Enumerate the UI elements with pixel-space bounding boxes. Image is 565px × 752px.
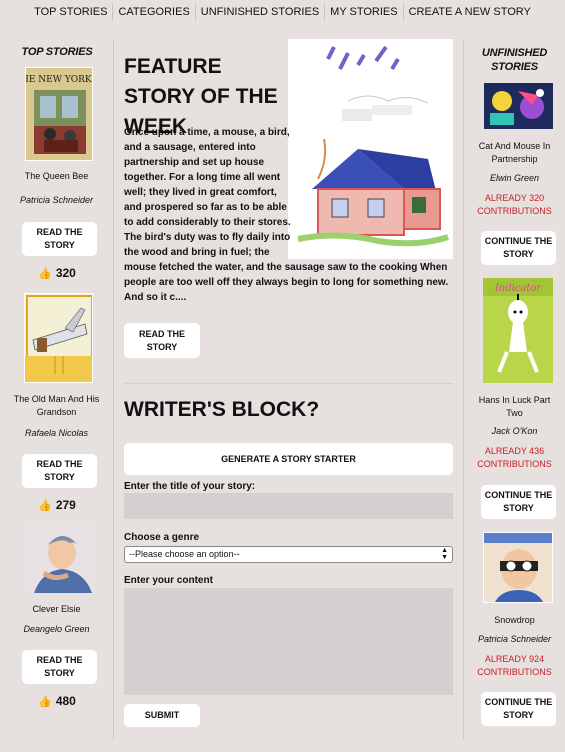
thumbs-up-icon: 👍 xyxy=(38,695,52,708)
story-title: Clever Elsie xyxy=(32,604,81,614)
read-story-button[interactable]: READ THE STORY xyxy=(22,222,97,256)
continue-story-button[interactable]: CONTINUE THE STORY xyxy=(481,692,556,726)
excerpt-line: partnership and set up house xyxy=(124,157,265,168)
story-title: Hans In Luck Part Two xyxy=(478,395,551,418)
contributions-count: ALREADY 436 CONTRIBUTIONS xyxy=(477,446,552,469)
story-title: Snowdrop xyxy=(494,615,535,625)
writers-block-heading: WRITER'S BLOCK? xyxy=(124,398,320,421)
likes-count: 👍 320 xyxy=(0,266,114,280)
feature-story-excerpt: Once upon a time, a mouse, a bird, and a… xyxy=(124,125,449,305)
thumbs-up-icon: 👍 xyxy=(38,267,52,280)
generate-story-starter-button[interactable]: GENERATE A STORY STARTER xyxy=(124,443,453,475)
cover-masthead: Indicator xyxy=(494,283,543,294)
nav-create-new-story[interactable]: CREATE A NEW STORY xyxy=(402,4,536,20)
excerpt-line: Once upon a time, a mouse, a bird, xyxy=(124,127,290,138)
story-item: The Old Man And His Grandson xyxy=(0,393,113,419)
story-item: The Queen Bee xyxy=(0,170,113,183)
likes-value: 320 xyxy=(55,266,76,280)
story-author: Elwin Green xyxy=(489,173,540,183)
likes-value: 480 xyxy=(55,694,76,708)
story-item: Snowdrop xyxy=(464,614,565,627)
read-story-button[interactable]: READ THE STORY xyxy=(22,454,97,488)
story-title: The Queen Bee xyxy=(24,171,89,181)
submit-button[interactable]: SUBMIT xyxy=(124,704,200,727)
likes-value: 279 xyxy=(55,498,76,512)
likes-count: 👍 480 xyxy=(0,694,114,708)
excerpt-line: mouse fetched the water, and the sausage… xyxy=(124,262,448,273)
story-title-input[interactable] xyxy=(124,493,453,519)
feature-read-story-button[interactable]: READ THE STORY xyxy=(124,323,200,358)
genre-selected-value: --Please choose an option-- xyxy=(129,549,240,559)
story-cover-hans-in-luck[interactable]: Indicator xyxy=(483,278,553,383)
story-author: Jack O'Kon xyxy=(491,426,538,436)
nav-top-stories[interactable]: TOP STORIES xyxy=(29,4,112,20)
story-title: Cat And Mouse In Partnership xyxy=(478,141,551,164)
top-stories-heading: TOP STORIES xyxy=(21,46,93,58)
thumbs-up-icon: 👍 xyxy=(38,499,52,512)
story-item: Hans In Luck Part Two xyxy=(464,394,565,420)
excerpt-line: and prospered so far as to be able xyxy=(124,202,287,213)
story-author: Rafaela Nicolas xyxy=(24,428,89,438)
nav-my-stories[interactable]: MY STORIES xyxy=(324,4,402,20)
excerpt-line: well; they lived in great comfort, xyxy=(124,187,277,198)
content-field-label: Enter your content xyxy=(124,575,213,586)
excerpt-line: the wood and bring in fuel; the xyxy=(124,247,270,258)
continue-story-button[interactable]: CONTINUE THE STORY xyxy=(481,231,556,265)
contributions-count: ALREADY 320 CONTRIBUTIONS xyxy=(477,193,552,216)
contributions-count: ALREADY 924 CONTRIBUTIONS xyxy=(477,654,552,677)
section-divider xyxy=(124,383,453,384)
story-author: Patricia Schneider xyxy=(477,634,552,644)
likes-count: 👍 279 xyxy=(0,498,114,512)
genre-select[interactable]: --Please choose an option-- ▲ ▼ xyxy=(124,546,453,563)
cover-masthead: THE NEW YORKER xyxy=(26,75,93,85)
story-cover-clever-elsie[interactable] xyxy=(24,525,94,593)
top-nav: TOP STORIES CATEGORIES UNFINISHED STORIE… xyxy=(0,0,565,24)
story-author: Deangelo Green xyxy=(23,624,90,634)
excerpt-line: to add considerably to their stores. xyxy=(124,217,291,228)
excerpt-line: people are too well off they always begi… xyxy=(124,277,449,288)
unfinished-stories-heading: UNFINISHED STORIES xyxy=(481,47,548,73)
continue-story-button[interactable]: CONTINUE THE STORY xyxy=(481,485,556,519)
title-field-label: Enter the title of your story: xyxy=(124,481,256,492)
story-cover-snowdrop[interactable] xyxy=(483,532,553,603)
excerpt-line: and a sausage, entered into xyxy=(124,142,256,153)
top-stories-sidebar: TOP STORIES THE NEW YORKER The Queen Bee… xyxy=(0,40,114,740)
read-story-button[interactable]: READ THE STORY xyxy=(22,650,97,684)
story-cover-cat-and-mouse[interactable] xyxy=(484,83,553,129)
select-arrows-icon: ▲ ▼ xyxy=(441,547,448,561)
nav-categories[interactable]: CATEGORIES xyxy=(112,4,194,20)
story-cover-queen-bee[interactable]: THE NEW YORKER xyxy=(25,67,93,161)
genre-field-label: Choose a genre xyxy=(124,532,200,543)
excerpt-line: The bird's duty was to fly daily into xyxy=(124,232,291,243)
excerpt-line: together. For a long time all went xyxy=(124,172,281,183)
story-author: Patricia Schneider xyxy=(19,195,94,205)
story-title: The Old Man And His Grandson xyxy=(13,394,100,417)
story-item: Cat And Mouse In Partnership xyxy=(464,140,565,166)
story-cover-old-man[interactable] xyxy=(24,293,93,383)
story-item: Clever Elsie xyxy=(0,603,113,616)
excerpt-line: And so it c.... xyxy=(124,292,187,303)
story-content-textarea[interactable] xyxy=(124,588,453,695)
unfinished-stories-sidebar: UNFINISHED STORIES Cat And Mouse In Part… xyxy=(463,40,565,740)
nav-unfinished-stories[interactable]: UNFINISHED STORIES xyxy=(194,4,324,20)
